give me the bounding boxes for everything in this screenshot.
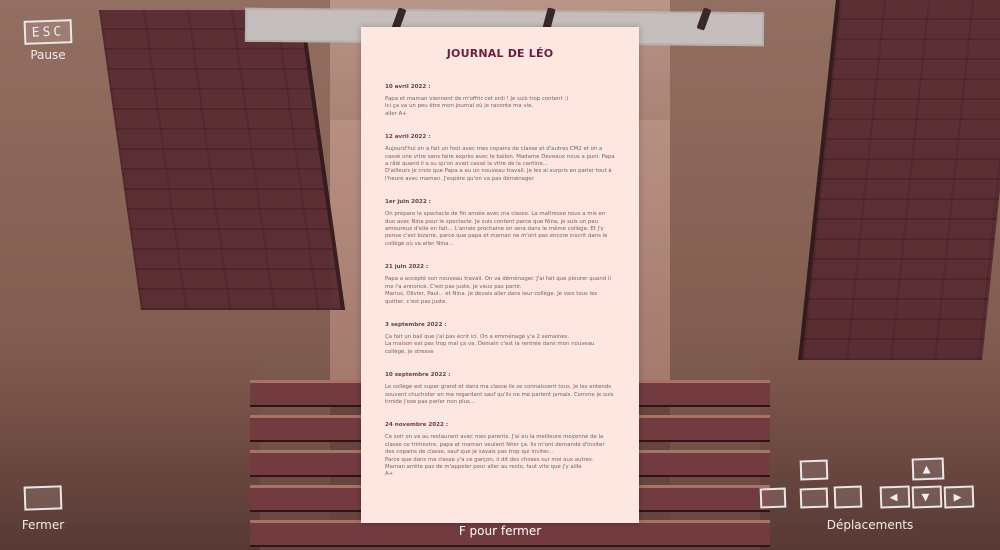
entry-date: 21 juin 2022 :	[385, 264, 429, 271]
pause-label: Pause	[30, 48, 66, 62]
arrow-right-key-icon: ▶	[943, 485, 975, 509]
entry-date: 12 avril 2022 :	[385, 134, 431, 141]
journal-title: JOURNAL DE LÉO	[446, 47, 554, 60]
movement-controls: ▲ ◀ ▼ ▶ Déplacements	[759, 457, 980, 532]
entry-date: 3 septembre 2022 :	[385, 321, 447, 328]
entry-text: Le collège est super grand et dans ma cl…	[385, 384, 614, 405]
f-key-icon	[23, 485, 63, 511]
journal-entry: 21 juin 2022 : Papa a accepté son nouvea…	[361, 264, 639, 306]
journal-entry: 12 avril 2022 : Aujourd'hui on a fait un…	[361, 134, 639, 183]
journal-entry: 1er juin 2022 : On prépare le spectacle …	[361, 199, 639, 248]
journal-entry: 10 avril 2022 : Papa et maman viennent d…	[361, 84, 639, 118]
arrow-up-key-icon: ▲	[911, 457, 945, 481]
entry-date: 10 septembre 2022 :	[385, 372, 451, 379]
entry-text: Papa a accepté son nouveau travail. On v…	[385, 276, 611, 305]
entry-date: 10 avril 2022 :	[385, 84, 431, 90]
entry-text: Aujourd'hui on a fait un foot avec mes c…	[385, 146, 615, 182]
z-key-icon	[799, 459, 829, 481]
pause-control[interactable]: ESC Pause	[22, 19, 74, 62]
close-hint: F pour fermer	[458, 524, 542, 538]
journal-page[interactable]: JOURNAL DE LÉO 10 avril 2022 : Papa et m…	[361, 27, 639, 523]
journal-entry: 24 novembre 2022 : Ce soir on va au rest…	[361, 422, 639, 478]
journal-entry: 3 septembre 2022 : Ça fait un bail que j…	[361, 322, 639, 356]
entry-text: Papa et maman viennent de m'offrir cet o…	[385, 96, 569, 117]
esc-key-icon: ESC	[23, 19, 73, 45]
arrow-down-key-icon: ▼	[911, 485, 943, 509]
q-key-icon	[759, 487, 787, 509]
d-key-icon	[833, 485, 863, 509]
entry-date: 24 novembre 2022 :	[385, 422, 449, 429]
arrow-left-key-icon: ◀	[879, 485, 911, 509]
s-key-icon	[799, 487, 829, 509]
entry-text: Ça fait un bail que j'ai pas écrit ici. …	[385, 333, 595, 355]
entry-text: On prépare le spectacle de fin année ave…	[385, 211, 608, 247]
journal-entry: 10 septembre 2022 : Le collège est super…	[361, 372, 639, 406]
entry-text: Ce soir on va au restaurant avec mes par…	[385, 434, 605, 478]
entry-date: 1er juin 2022 :	[385, 199, 431, 206]
